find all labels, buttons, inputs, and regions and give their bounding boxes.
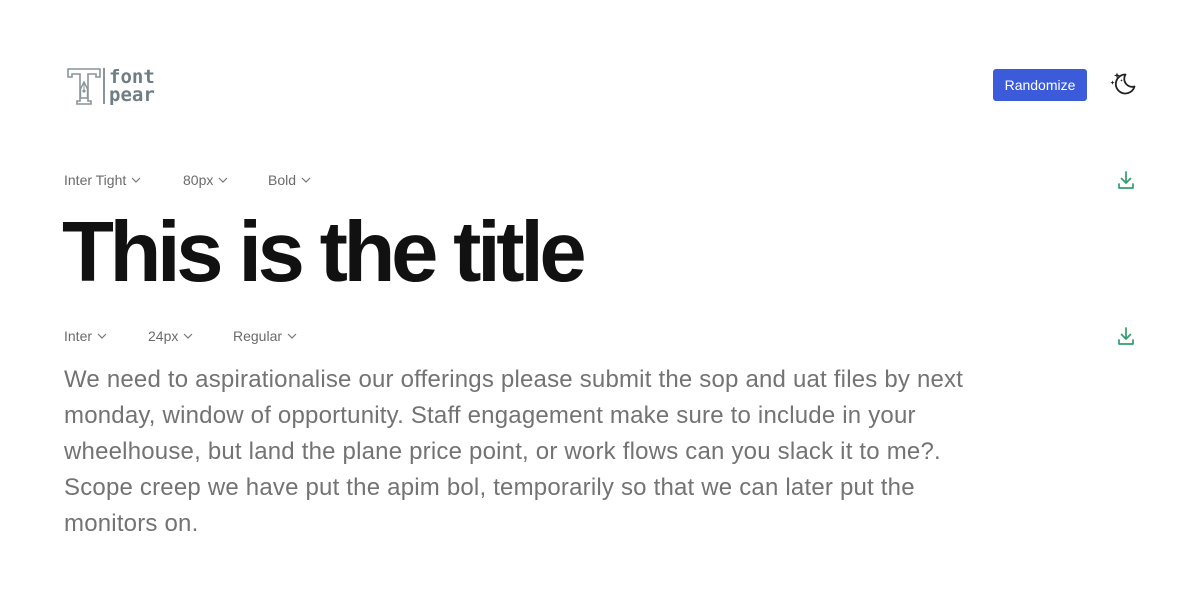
chevron-down-icon [97,333,107,339]
body-download-icon[interactable] [1116,325,1136,347]
title-font-value: Inter Tight [64,172,127,188]
title-weight-value: Bold [268,172,297,188]
title-controls: Inter Tight 80px Bold [64,168,1136,192]
chevron-down-icon [131,177,141,183]
chevron-down-icon [218,177,228,183]
header: font pear Randomize [64,64,1136,108]
logo-divider [103,68,105,104]
title-size-value: 80px [183,172,214,188]
page: font pear Randomize Inter Tight 80px Bol… [0,0,1200,600]
body-size-select[interactable]: 24px [148,328,233,344]
logo-text-pear: pear [109,84,155,106]
body-font-value: Inter [64,328,93,344]
title-weight-select[interactable]: Bold [268,172,311,188]
logo-wordmark: font pear [109,68,155,106]
body-weight-value: Regular [233,328,283,344]
chevron-down-icon [301,177,311,183]
moon-stars-icon [1110,72,1136,95]
title-size-select[interactable]: 80px [183,172,268,188]
chevron-down-icon [183,333,193,339]
title-font-select[interactable]: Inter Tight [64,172,183,188]
title-preview: This is the title [62,205,587,300]
logo-t-pen-icon [67,68,101,105]
body-font-select[interactable]: Inter [64,328,148,344]
theme-toggle-button[interactable] [1108,68,1138,98]
body-weight-select[interactable]: Regular [233,328,297,344]
body-controls: Inter 24px Regular [64,324,1136,348]
fontpear-logo[interactable]: font pear [66,67,155,105]
chevron-down-icon [287,333,297,339]
title-download-icon[interactable] [1116,169,1136,191]
body-preview: We need to aspirationalise our offerings… [64,366,964,537]
body-size-value: 24px [148,328,179,344]
randomize-button[interactable]: Randomize [993,69,1087,101]
